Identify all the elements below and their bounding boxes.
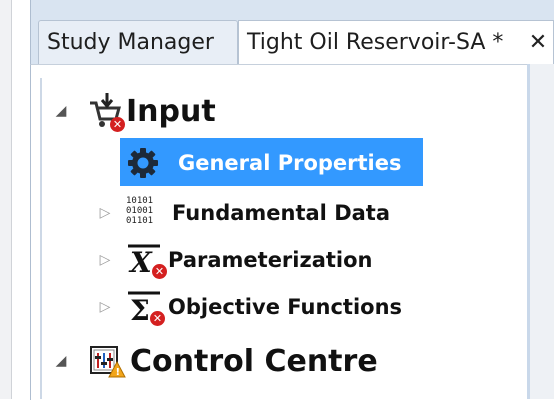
binary-line-1: 10101 [126,196,154,206]
collapsed-arrow-icon[interactable]: ▷ [96,205,114,221]
tree-node-general-properties[interactable]: General Properties [126,140,402,186]
tree-node-objective-functions[interactable]: ▷ Σ ✕ Objective Functions [96,287,402,327]
sigma-icon: Σ ✕ [126,289,166,327]
error-badge-icon: ✕ [152,264,167,279]
tree-node-fundamental-data[interactable]: ▷ 10101 01001 01101 Fundamental Data [96,193,390,233]
tree-node-control-centre[interactable]: ◢ ! Control Centre [52,338,378,384]
binary-line-2: 01001 [126,206,154,216]
tree-node-control-centre-label: Control Centre [130,343,378,379]
collapsed-arrow-icon[interactable]: ▷ [96,299,114,315]
left-dock-strip [0,0,12,399]
right-panel-edge [527,64,554,399]
tab-study-manager-label: Study Manager [47,30,214,55]
x-bar-variable-icon: X ✕ [126,242,167,279]
input-cart-icon: ✕ [88,91,125,132]
panel-inner-border [40,78,42,399]
svg-text:Σ: Σ [130,294,150,325]
error-badge-icon: ✕ [110,117,125,132]
svg-text:!: ! [116,367,121,378]
binary-line-3: 01101 [126,216,154,226]
error-badge-icon: ✕ [150,311,165,326]
tree-node-fundamental-data-label: Fundamental Data [172,201,391,225]
collapsed-arrow-icon[interactable]: ▷ [96,252,114,268]
tab-tight-oil-reservoir[interactable]: Tight Oil Reservoir-SA * ✕ [238,20,554,64]
tab-reservoir-label: Tight Oil Reservoir-SA * [247,30,504,55]
svg-text:X: X [128,246,153,278]
expanded-arrow-icon[interactable]: ◢ [52,103,70,119]
close-icon[interactable]: ✕ [523,21,553,64]
tree-node-input[interactable]: ◢ ✕ Input [52,88,216,134]
binary-data-icon: 10101 01001 01101 [126,196,164,230]
tree-node-parameterization-label: Parameterization [168,248,373,272]
tree-node-objective-functions-label: Objective Functions [168,295,403,319]
tree-node-general-properties-label: General Properties [178,151,402,175]
expanded-arrow-icon[interactable]: ◢ [52,353,70,369]
gear-icon [126,146,160,180]
tree-node-input-label: Input [126,93,216,129]
control-panel-icon: ! [88,342,126,380]
tab-study-manager[interactable]: Study Manager [38,20,238,64]
tree-node-parameterization[interactable]: ▷ X ✕ Parameterization [96,240,373,280]
